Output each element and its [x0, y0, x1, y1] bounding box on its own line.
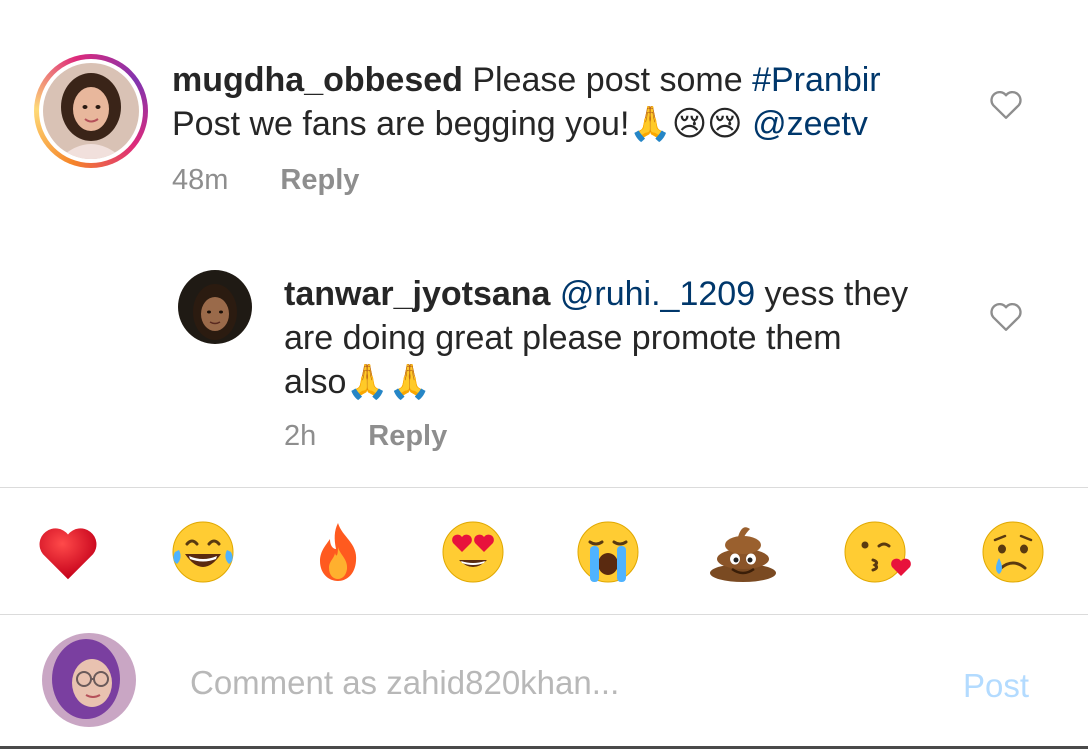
reaction-poop-button[interactable] — [708, 517, 778, 587]
comment-emojis: 🙏🙏 — [346, 363, 432, 401]
comment-username[interactable]: tanwar_jyotsana — [284, 275, 550, 313]
comment-timestamp: 2h — [284, 420, 317, 452]
like-comment-button[interactable] — [988, 88, 1024, 120]
divider — [0, 487, 1088, 488]
comment-input-placeholder: Comment as zahid820khan... — [190, 664, 620, 701]
fire-icon — [320, 523, 357, 581]
mention-link[interactable]: @ruhi._1209 — [560, 275, 755, 313]
post-button[interactable]: Post — [963, 667, 1029, 705]
reaction-red-heart-button[interactable] — [33, 517, 103, 587]
heart-outline-icon — [990, 90, 1022, 119]
comment-body: mugdha_obbesed Please post some #Pranbir… — [172, 58, 962, 146]
crying-icon — [982, 521, 1044, 583]
comment-username[interactable]: mugdha_obbesed — [172, 61, 463, 99]
reaction-kissing-heart-button[interactable] — [843, 517, 913, 587]
laughing-tears-icon — [172, 521, 234, 583]
comment-body: tanwar_jyotsana @ruhi._1209 yess they ar… — [284, 272, 964, 404]
comment-meta: 48m Reply — [172, 164, 359, 197]
loudly-crying-icon — [577, 521, 639, 583]
poop-icon — [710, 527, 776, 582]
heart-eyes-icon — [442, 521, 504, 583]
reaction-laughing-tears-button[interactable] — [168, 517, 238, 587]
reaction-crying-button[interactable] — [978, 517, 1048, 587]
comment-emojis: 🙏😢😢 — [629, 105, 743, 143]
comment-text: yess they — [755, 275, 909, 313]
avatar — [43, 63, 139, 159]
story-ring-avatar[interactable] — [34, 54, 148, 168]
reply-button[interactable]: Reply — [280, 164, 359, 196]
divider — [0, 614, 1088, 615]
comment-text-line: are doing great please promote them — [284, 319, 842, 357]
comment-input[interactable]: Comment as zahid820khan... — [190, 664, 910, 702]
hashtag-link[interactable]: #Pranbir — [752, 61, 881, 99]
reaction-loudly-crying-button[interactable] — [573, 517, 643, 587]
mention-link[interactable]: @zeetv — [752, 105, 868, 143]
red-heart-icon — [39, 528, 97, 580]
avatar[interactable] — [178, 270, 252, 344]
heart-outline-icon — [990, 302, 1022, 331]
comment-text-line: also — [284, 363, 347, 401]
comment-meta: 2h Reply — [284, 420, 447, 453]
reply-button[interactable]: Reply — [368, 420, 447, 452]
comment-timestamp: 48m — [172, 164, 229, 196]
comment-text: Please post some — [462, 61, 753, 99]
current-user-avatar — [42, 633, 136, 727]
reaction-heart-eyes-button[interactable] — [438, 517, 508, 587]
comment-text-line: Post we fans are begging you! — [172, 105, 630, 143]
kissing-heart-icon — [844, 521, 911, 583]
like-comment-button[interactable] — [988, 300, 1024, 332]
reaction-fire-button[interactable] — [303, 517, 373, 587]
